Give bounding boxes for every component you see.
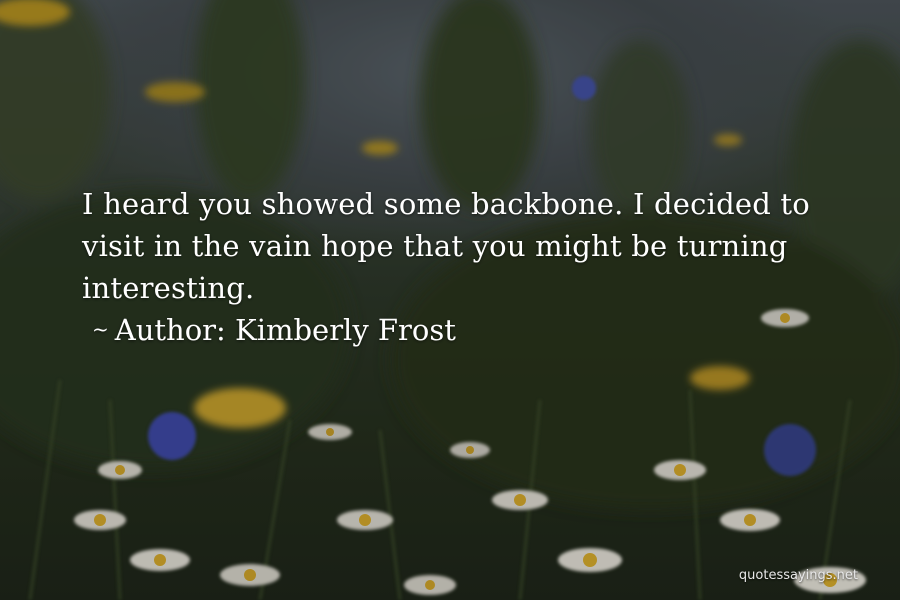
attribution-tilde: ~ xyxy=(92,317,109,341)
site-watermark: quotessayings.net xyxy=(738,568,858,583)
quote-attribution: ~ Author: Kimberly Frost xyxy=(92,308,456,351)
quote-text: I heard you showed some backbone. I deci… xyxy=(82,187,810,305)
author-name: Author: Kimberly Frost xyxy=(114,313,456,347)
quote-image: I heard you showed some backbone. I deci… xyxy=(0,0,900,600)
